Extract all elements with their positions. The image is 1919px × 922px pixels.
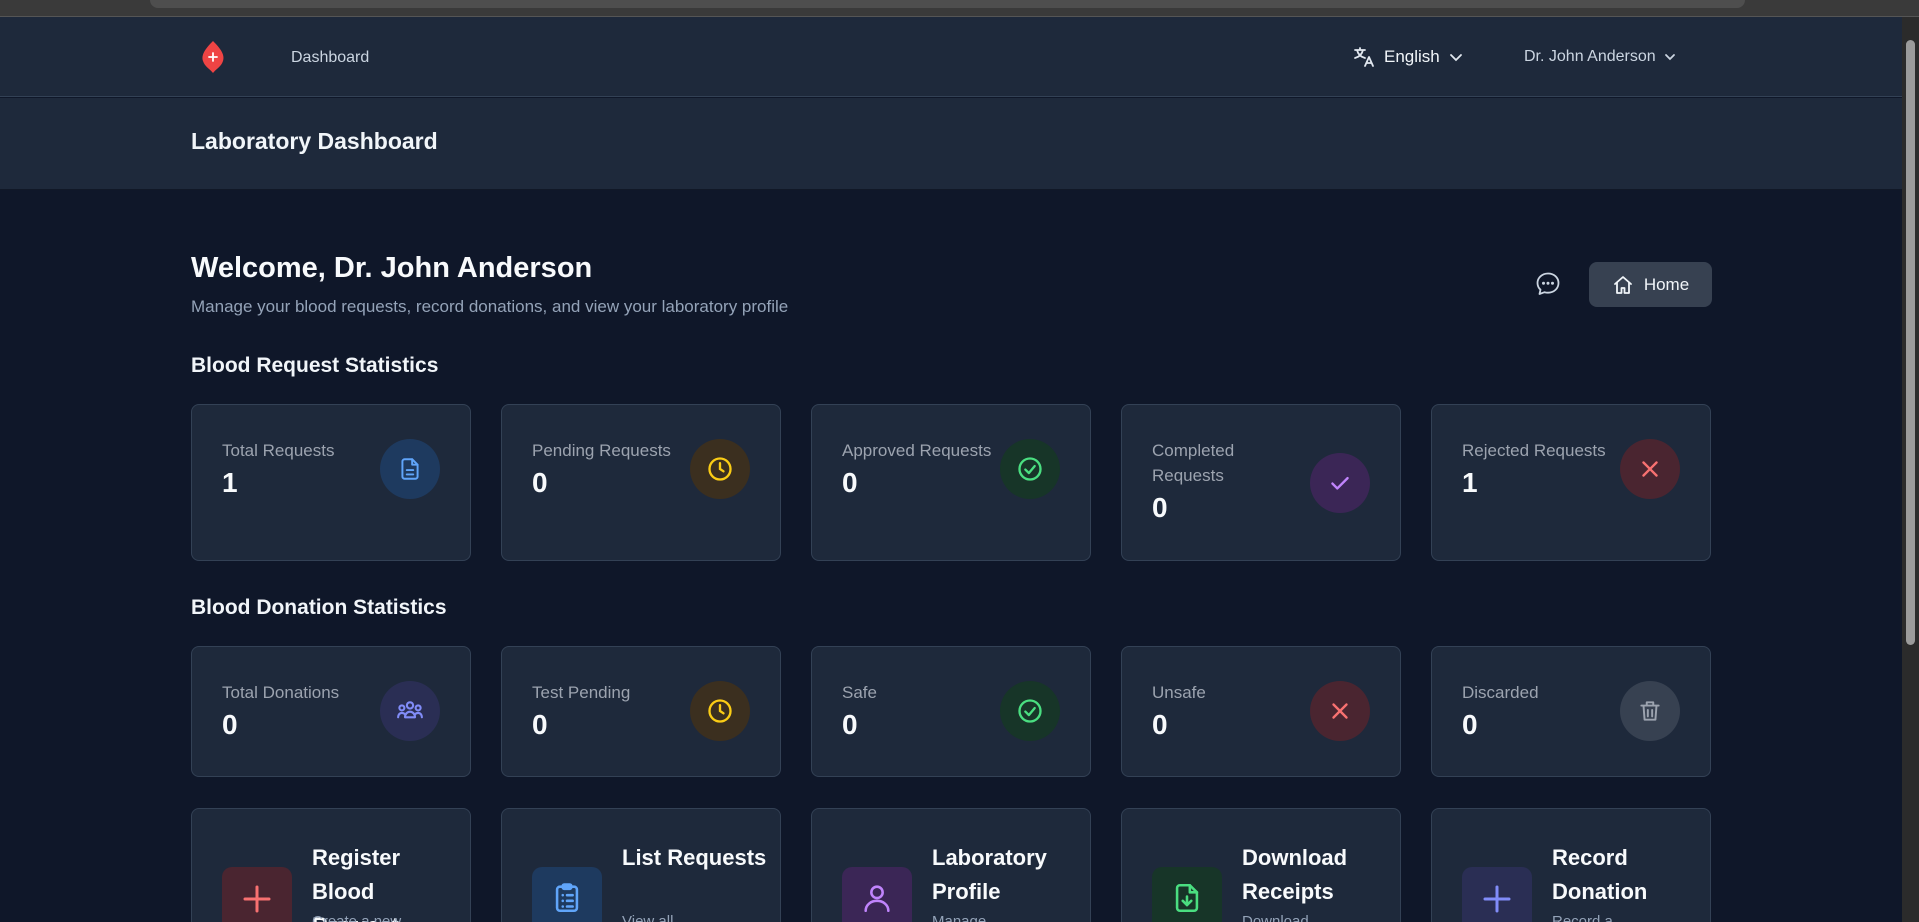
stat-icon-badge bbox=[1310, 681, 1370, 741]
action-title: List Requests bbox=[622, 845, 767, 870]
action-register-blood-request[interactable]: Register Blood Request Create a new bbox=[191, 808, 471, 922]
donation-stats-title: Blood Donation Statistics bbox=[191, 596, 447, 619]
action-icon-badge bbox=[222, 867, 292, 922]
stat-icon-badge bbox=[1000, 439, 1060, 499]
x-icon bbox=[1332, 703, 1348, 719]
welcome-subtitle: Manage your blood requests, record donat… bbox=[191, 297, 789, 316]
top-navbar: Dashboard English Dr. John Anderson bbox=[0, 17, 1902, 97]
translate-icon bbox=[1354, 47, 1374, 67]
stat-value: 0 bbox=[532, 467, 548, 498]
stat-label: Total Requests bbox=[222, 441, 335, 460]
stat-value: 0 bbox=[1462, 709, 1478, 740]
action-record-donation[interactable]: Record Donation Record a bbox=[1431, 808, 1711, 922]
page-title: Laboratory Dashboard bbox=[191, 128, 438, 154]
stat-value: 0 bbox=[842, 709, 858, 740]
request-stats-title: Blood Request Statistics bbox=[191, 354, 439, 377]
blood-drop-logo-icon[interactable] bbox=[200, 40, 226, 74]
stat-label: Discarded bbox=[1462, 683, 1539, 702]
stat-icon-badge bbox=[380, 439, 440, 499]
x-icon bbox=[1642, 461, 1658, 477]
home-button[interactable]: Home bbox=[1589, 262, 1712, 307]
action-icon-badge bbox=[842, 867, 912, 922]
home-button-label: Home bbox=[1643, 274, 1690, 294]
stat-card-completed-requests: Completed Requests 0 bbox=[1121, 404, 1401, 561]
stat-icon-badge bbox=[1620, 439, 1680, 499]
clipboard-icon bbox=[555, 883, 579, 913]
stat-icon-badge bbox=[1620, 681, 1680, 741]
stat-card-safe: Safe 0 bbox=[811, 646, 1091, 777]
stat-card-test-pending: Test Pending 0 bbox=[501, 646, 781, 777]
stat-label: Total Donations bbox=[222, 683, 340, 702]
stat-value: 1 bbox=[222, 467, 238, 498]
stat-icon-badge bbox=[380, 681, 440, 741]
action-icon-badge bbox=[532, 867, 602, 922]
welcome-heading: Welcome, Dr. John Anderson bbox=[191, 252, 593, 284]
browser-chrome-strip bbox=[0, 0, 1919, 17]
chevron-down-icon bbox=[1449, 54, 1462, 62]
scrollbar-thumb[interactable] bbox=[1906, 40, 1915, 645]
language-selector[interactable]: English bbox=[1352, 44, 1464, 70]
clock-icon bbox=[708, 699, 732, 723]
user-menu[interactable]: Dr. John Anderson bbox=[1524, 46, 1676, 68]
document-icon bbox=[401, 458, 419, 480]
stat-value: 0 bbox=[532, 709, 548, 740]
stat-card-unsafe: Unsafe 0 bbox=[1121, 646, 1401, 777]
plus-icon bbox=[243, 885, 271, 913]
plus-icon bbox=[1483, 885, 1511, 913]
stat-card-total-donations: Total Donations 0 bbox=[191, 646, 471, 777]
check-circle-icon bbox=[1018, 699, 1042, 723]
check-circle-icon bbox=[1018, 457, 1042, 481]
stat-card-rejected-requests: Rejected Requests 1 bbox=[1431, 404, 1711, 561]
stat-card-total-requests: Total Requests 1 bbox=[191, 404, 471, 561]
action-list-requests[interactable]: List Requests View all bbox=[501, 808, 781, 922]
check-icon bbox=[1331, 476, 1349, 490]
action-title: Laboratory Profile bbox=[932, 845, 1047, 904]
stat-label: Rejected Requests bbox=[1462, 441, 1606, 460]
stat-icon-badge bbox=[1310, 453, 1370, 513]
stat-card-pending-requests: Pending Requests 0 bbox=[501, 404, 781, 561]
stat-label: Safe bbox=[842, 683, 877, 702]
stat-card-discarded: Discarded 0 bbox=[1431, 646, 1711, 777]
users-icon bbox=[397, 701, 423, 719]
stat-label: Unsafe bbox=[1152, 683, 1206, 702]
stat-label: Completed Requests bbox=[1152, 441, 1235, 485]
stat-label: Test Pending bbox=[532, 683, 631, 702]
stat-value: 0 bbox=[1152, 492, 1168, 523]
page-header: Laboratory Dashboard bbox=[0, 98, 1902, 190]
action-description: View all bbox=[622, 913, 674, 922]
stat-value: 0 bbox=[222, 709, 238, 740]
action-title: Register Blood Request bbox=[312, 845, 401, 922]
action-description: Record a bbox=[1552, 913, 1613, 922]
chat-bubble-icon bbox=[1536, 272, 1560, 295]
stat-icon-badge bbox=[690, 681, 750, 741]
action-download-receipts[interactable]: Download Receipts Download bbox=[1121, 808, 1401, 922]
action-icon-badge bbox=[1462, 867, 1532, 922]
stat-label: Pending Requests bbox=[532, 441, 671, 460]
stat-icon-badge bbox=[1000, 681, 1060, 741]
stat-value: 0 bbox=[842, 467, 858, 498]
nav-link-dashboard[interactable]: Dashboard bbox=[291, 49, 369, 67]
action-title: Record Donation bbox=[1552, 845, 1648, 904]
action-icon-badge bbox=[1152, 867, 1222, 922]
stat-value: 1 bbox=[1462, 467, 1478, 498]
stat-card-approved-requests: Approved Requests 0 bbox=[811, 404, 1091, 561]
chevron-down-icon bbox=[1664, 54, 1675, 61]
action-description: Download bbox=[1242, 913, 1309, 922]
user-name: Dr. John Anderson bbox=[1524, 48, 1656, 65]
stat-label: Approved Requests bbox=[842, 441, 992, 460]
home-icon bbox=[1613, 275, 1632, 294]
action-title: Download Receipts bbox=[1242, 845, 1348, 904]
trash-icon bbox=[1640, 701, 1660, 721]
action-description: Manage bbox=[932, 913, 987, 922]
file-download-icon bbox=[1175, 883, 1199, 913]
clock-icon bbox=[708, 457, 732, 481]
action-laboratory-profile[interactable]: Laboratory Profile Manage bbox=[811, 808, 1091, 922]
stat-value: 0 bbox=[1152, 709, 1168, 740]
chat-button[interactable] bbox=[1533, 269, 1563, 299]
browser-address-pill bbox=[150, 0, 1745, 8]
stat-icon-badge bbox=[690, 439, 750, 499]
language-label: English bbox=[1384, 47, 1440, 66]
action-description: Create a new bbox=[312, 913, 402, 922]
user-icon bbox=[864, 885, 890, 913]
